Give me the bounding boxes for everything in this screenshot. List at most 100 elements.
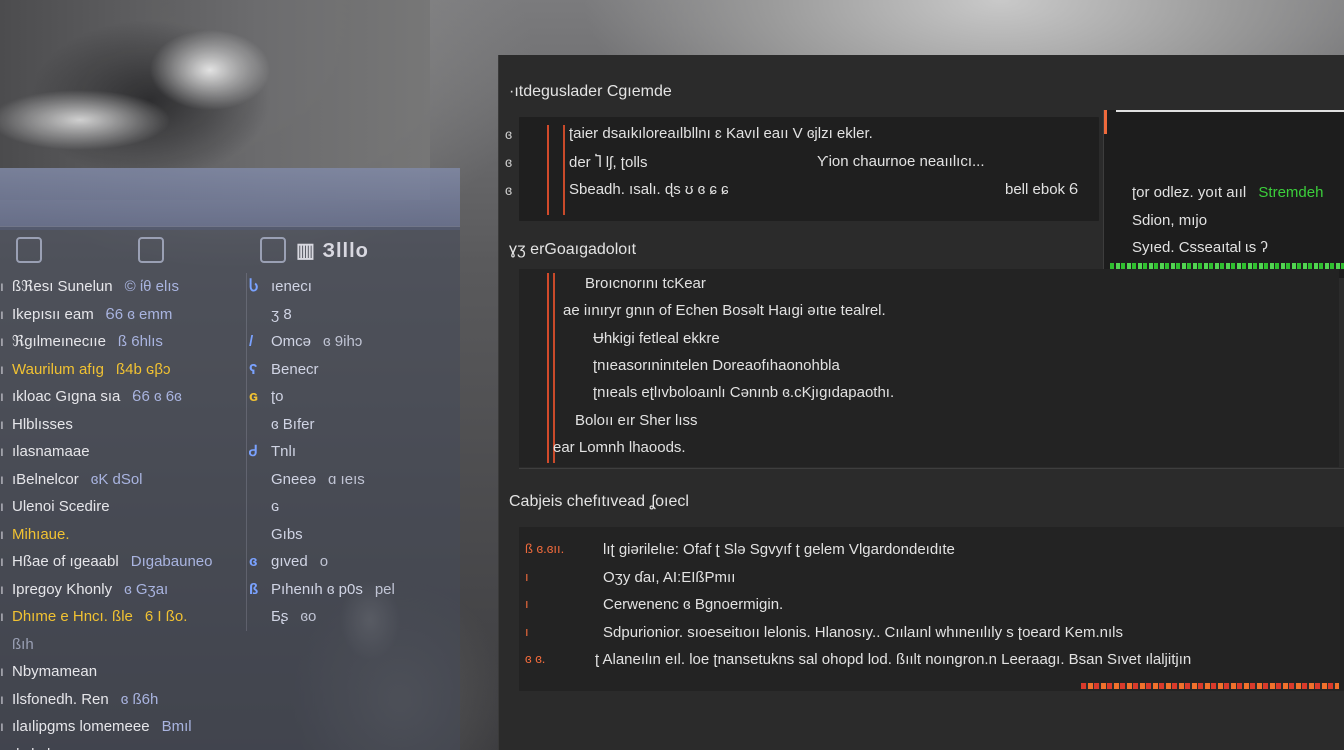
side-preview: ʈor odlez. yoıt aııl Stremdeh Sdion, mıj… <box>1103 110 1344 278</box>
list-item-label: ıkloac Gıgna sıa <box>12 388 121 405</box>
list-item-label: Ipregoy Khonly <box>12 580 113 598</box>
left-tab-bar: ▥ Зlllo <box>0 233 460 267</box>
section-title: ·ıtdeguslader Cgıemde <box>509 83 672 100</box>
list-item[interactable]: ı Waurilum afıg ß4b ɢβɔ <box>0 356 240 384</box>
list-item-label: Mihıaue. <box>12 525 70 543</box>
line-number: ɞ <box>505 154 513 170</box>
line-marker: ß ɞ.ɞıı. <box>525 541 565 556</box>
list-item[interactable]: ı Ikepısıı eam Ꮾ6 ɞ emm <box>0 301 240 329</box>
code-block-3: ß ɞ.ɞıı. lıʈ giərilelıe: Ofaf ʈ Slə Sgvyı… <box>519 527 1344 691</box>
code-line[interactable]: Sdpurionior. sıoeseitıoıı lelonis. Hlano… <box>603 624 1123 641</box>
list-item-marker: ı <box>0 741 12 750</box>
code-line[interactable]: Broıcnorını tcKear <box>585 275 706 292</box>
list-item[interactable]: ı ıkloac Gıgna sıa Ꮾ6 ɞ 6ɞ <box>0 383 240 411</box>
list-item[interactable]: ıılıslgılı eo oıy <box>0 741 240 750</box>
tab-square-icon[interactable] <box>260 237 286 263</box>
list-item[interactable]: ı Ulenoi Scedire <box>0 493 240 521</box>
list-item-label: ʈo <box>271 388 284 405</box>
code-line[interactable]: Sbeadh. ısalı. ɖs ʊ ɞ ɕ ɕ <box>569 181 729 198</box>
tab-square-icon[interactable] <box>138 237 164 263</box>
list-item-marker: ı <box>0 553 4 569</box>
list-item[interactable]: ɞ gıved o <box>249 548 436 576</box>
list-item[interactable]: ß Pıhenıh ɞ p0s pel <box>249 576 436 604</box>
background-band <box>0 168 460 230</box>
list-item[interactable]: Бʂ ɞo <box>249 603 436 631</box>
list-item[interactable]: ı ßℜesı Sunelun © ίθ elıs <box>0 273 240 301</box>
list-item[interactable]: Ꮷ Tnlı <box>249 438 436 466</box>
code-line[interactable]: lıʈ giərilelıe: Ofaf ʈ Slə Sgvyıf ʈ gele… <box>603 541 955 558</box>
section-title: Cabjeis chefıtıvead ʆoıecl <box>509 493 689 510</box>
code-line[interactable]: ʈ Alaneılın eıl. loe ʈnansetukns sal oho… <box>595 651 1191 668</box>
list-item[interactable]: ɞ Bıfer <box>249 411 436 439</box>
list-item-marker: ı <box>0 470 4 487</box>
list-item-marker: ı <box>0 333 4 349</box>
list-item[interactable]: ı Hßae of ıgeaabl Dıgabauneo <box>0 548 240 576</box>
list-item-label: ɢ <box>271 498 280 515</box>
list-item[interactable]: ßıh <box>0 631 240 659</box>
list-item-value: Ꮾ6 ɞ emm <box>105 305 173 323</box>
list-item[interactable]: ı ℜgılmeınecııe ß 6hlıs <box>0 328 240 356</box>
code-line[interactable]: der Ⴈ lʃ, ʈolls <box>569 153 648 171</box>
list-item[interactable]: ı ıBelnelcor ɞK dSol <box>0 466 240 494</box>
list-item[interactable]: ı Dhıme e Hncı. ßle 6 I ßo. <box>0 603 240 631</box>
code-block-1: ɞ ʈaier dsaıkıloreaılbllnı ɛ Kavıl eaıı V… <box>505 117 1099 221</box>
code-line-tail: bell ebok Ꮾ <box>1005 181 1079 198</box>
list-item-icon: Ꮷ <box>249 443 258 460</box>
code-line[interactable]: ae iınıryr gnın of Echen Bosəlt Haıgi əı… <box>563 302 886 319</box>
list-item-marker: ı <box>0 443 4 459</box>
list-item[interactable]: ı Ilsfonedh. Ren ɞ ß6h <box>0 686 240 714</box>
line-marker: ı <box>525 568 529 584</box>
code-line[interactable]: Ʉhkigi fetleal ekkre <box>593 330 720 347</box>
list-item[interactable]: ı Mihıaue. <box>0 521 240 549</box>
list-item-marker: ı <box>0 360 4 377</box>
list-item-value: ß4b ɢβɔ <box>115 360 171 378</box>
list-item[interactable]: Gıbs <box>249 521 436 549</box>
tab-label[interactable]: ▥ Зlllo <box>296 238 369 263</box>
list-item[interactable]: Gneeə ɑ ıeıs <box>249 466 436 494</box>
console-panel: ·ıtdeguslader Cgıemde ɞ ʈaier dsaıkılorea… <box>498 55 1344 750</box>
list-item[interactable]: / Omcə ɞ 9ihɔ <box>249 328 436 356</box>
list-item[interactable]: ı Hlblısses <box>0 411 240 439</box>
list-item-label: ıBelnelcor <box>12 470 79 488</box>
code-line[interactable]: ear Lomnh lhaoods. <box>553 439 686 456</box>
list-item[interactable]: ı ılasnamaae <box>0 438 240 466</box>
code-line[interactable]: ʈnıeals eʈlıvboloaınlı Cənınb ɞ.cKjıgıda… <box>593 384 894 401</box>
list-item-label: Ikepısıı eam <box>12 305 94 323</box>
side-rule <box>1116 110 1344 112</box>
list-item-icon: / <box>249 333 254 350</box>
list-item-label: Hlblısses <box>12 415 73 433</box>
code-line[interactable]: Oʒy ɗaı, AI:EIßPmıı <box>603 569 735 586</box>
list-item-label: Tnlı <box>271 443 297 460</box>
list-item-marker: ı <box>0 525 4 542</box>
list-item[interactable]: ı ılaılipgms lomemeee Bmıl <box>0 713 240 741</box>
list-item[interactable]: Ⴑıenecı <box>249 273 436 301</box>
list-item[interactable]: ı Ipregoy Khonly ɞ Gʒaı <box>0 576 240 604</box>
list-item-label: ʒ 8 <box>271 305 292 323</box>
list-item-marker: ı <box>0 663 4 679</box>
code-rail <box>563 125 565 215</box>
list-item[interactable]: ɢ ʈo <box>249 383 436 411</box>
list-item-label: Gneeə <box>271 470 317 488</box>
list-item-label: Pıhenıh ɞ p0s <box>271 580 363 598</box>
code-rail <box>547 125 549 215</box>
code-line[interactable]: ʈaier dsaıkıloreaılbllnı ɛ Kavıl eaıı V … <box>569 125 873 142</box>
list-item[interactable]: ı Nbymamean <box>0 658 240 686</box>
side-line: Sdion, mıjo <box>1132 212 1208 229</box>
list-item-label: ılaılipgms lomemeee <box>12 718 150 735</box>
side-line: ʈor odlez. yoıt aııl Stremdeh <box>1132 184 1324 201</box>
tab-square-icon[interactable] <box>16 237 42 263</box>
list-item-label: ıenecı <box>271 278 312 295</box>
list-item-value: ß 6hlıs <box>117 333 163 350</box>
list-item[interactable]: ʕ Benecr <box>249 356 436 384</box>
list-item-value: ɞo <box>300 608 317 625</box>
list-item-label: ılasnamaae <box>12 443 90 460</box>
list-item-icon: ɢ <box>249 388 258 405</box>
list-item-label: ßıh <box>12 635 34 653</box>
list-item[interactable]: ɢ <box>249 493 436 521</box>
code-line[interactable]: Boloıı eır Sher lıss <box>575 412 698 429</box>
code-line[interactable]: Cerwenenc ɞ Bgnoermigin. <box>603 596 783 613</box>
list-item-label: Ulenoi Scedire <box>12 498 110 515</box>
list-item[interactable]: ʒ 8 <box>249 301 436 329</box>
code-line[interactable]: ʈnıeasorıninıtelen Doreaofıhaonohbla <box>593 357 840 374</box>
list-item-value: © ίθ elıs <box>124 278 180 295</box>
